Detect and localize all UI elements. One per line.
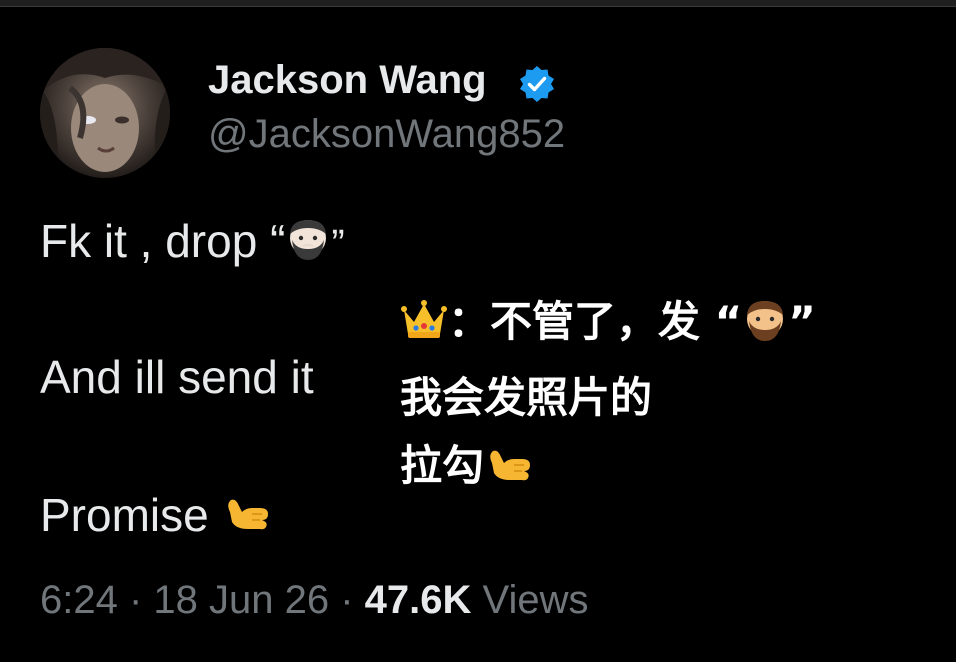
bearded-man-medium-emoji [742, 297, 788, 353]
bearded-man-light-emoji [285, 216, 331, 273]
tweet-line-3: Promise [40, 488, 272, 547]
translation-line-3-text: 拉勾 [400, 441, 485, 490]
tweet-line-2: And ill send it [40, 351, 314, 403]
avatar[interactable] [40, 48, 170, 178]
top-divider [0, 0, 956, 7]
call-me-hand-emoji [484, 441, 534, 497]
author-handle[interactable]: @JacksonWang852 [208, 112, 565, 157]
views-count[interactable]: 47.6K [365, 578, 472, 622]
tweet-meta: 6:24 · 18 Jun 26 · 47.6K Views [40, 578, 589, 623]
tweet-line-1-close-quote: ” [331, 222, 345, 266]
verified-badge-icon [517, 64, 557, 104]
tweet-line-1-text: Fk it , drop “ [40, 215, 286, 267]
meta-separator: · [117, 578, 154, 622]
crown-emoji [400, 298, 448, 352]
tweet-line-1: Fk it , drop “ ” [40, 214, 345, 273]
meta-separator: · [329, 578, 365, 622]
call-me-hand-emoji [222, 490, 272, 547]
tweet-line-3-text: Promise [40, 489, 209, 541]
translation-line-1: ：不管了，发 “ ” [400, 288, 816, 353]
translation-line-1-close-quote: ” [788, 297, 816, 346]
tweet-date[interactable]: 18 Jun 26 [153, 578, 329, 622]
views-label: Views [471, 578, 589, 622]
translation-line-3: 拉勾 [400, 432, 534, 497]
translation-line-2: 我会发照片的 [400, 373, 653, 422]
author-display-name[interactable]: Jackson Wang [208, 58, 487, 103]
translation-line-1-text: ：不管了，发 “ [448, 297, 743, 346]
tweet-time[interactable]: 6:24 [40, 578, 118, 622]
